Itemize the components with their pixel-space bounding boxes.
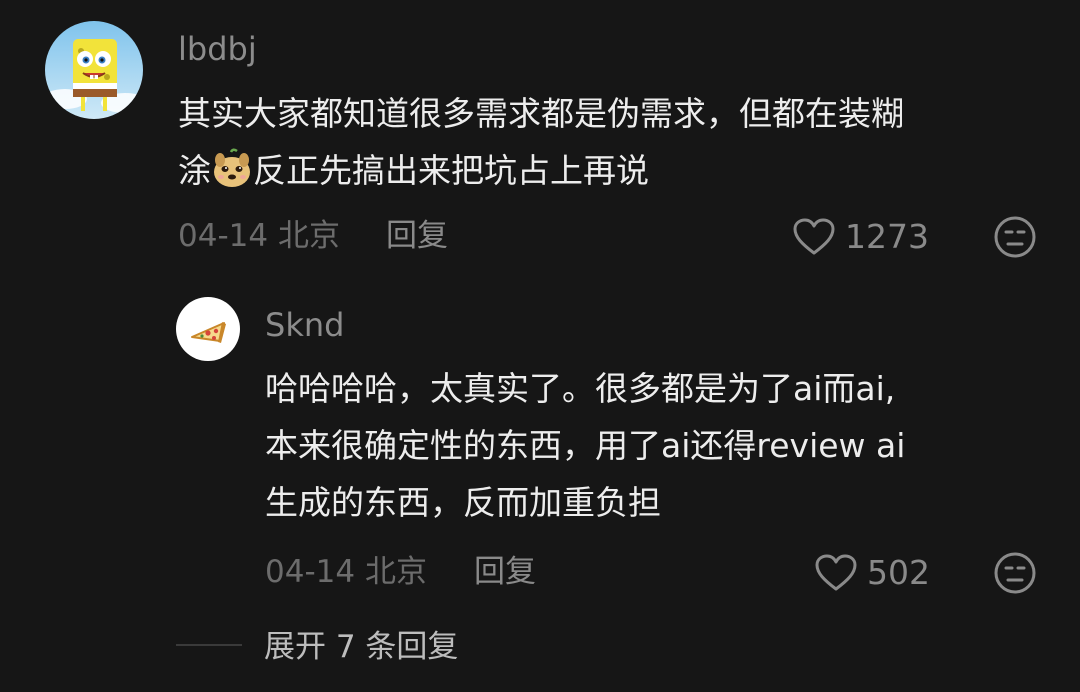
dislike-face-icon[interactable] <box>993 215 1037 259</box>
expand-replies-button[interactable]: 展开 7 条回复 <box>264 627 458 667</box>
comment-date: 04-14 <box>178 218 269 254</box>
reply-button[interactable]: 回复 <box>474 552 536 592</box>
like-count: 1273 <box>845 217 929 256</box>
comment-thread: lbdbj 其实大家都知道很多需求都是伪需求，但都在装糊 涂 反正先搞出来把坑占… <box>0 0 1080 692</box>
comment-location: 北京 <box>277 218 340 254</box>
reply-location: 北京 <box>364 554 427 590</box>
avatar[interactable] <box>45 21 143 119</box>
reply-text-line: 生成的东西，反而加重负担 <box>265 483 661 522</box>
comment-username[interactable]: lbdbj <box>178 29 257 69</box>
sponge-character-avatar-icon <box>45 21 143 119</box>
comment-text-fragment: 反正先搞出来把坑占上再说 <box>253 151 649 190</box>
heart-icon <box>793 218 835 255</box>
reply-text-line: 哈哈哈哈，太真实了。很多都是为了ai而ai, <box>265 369 896 408</box>
avatar[interactable] <box>176 297 240 361</box>
comment-text: 其实大家都知道很多需求都是伪需求，但都在装糊 涂 反正先搞出来把坑占上再说 <box>178 85 904 199</box>
reply-username[interactable]: Sknd <box>265 305 344 345</box>
comment-text-line: 其实大家都知道很多需求都是伪需求，但都在装糊 <box>178 94 904 133</box>
like-button[interactable]: 502 <box>815 553 930 593</box>
reply-button[interactable]: 回复 <box>386 216 448 256</box>
comment-text-line: 涂 反正先搞出来把坑占上再说 <box>178 142 904 199</box>
like-button[interactable]: 1273 <box>793 217 929 257</box>
expand-divider <box>176 644 242 646</box>
comment-meta: 04-14 北京 <box>178 216 340 256</box>
reply-date: 04-14 <box>265 554 356 590</box>
reply-text: 哈哈哈哈，太真实了。很多都是为了ai而ai, 本来很确定性的东西，用了ai还得r… <box>265 360 905 531</box>
comment-text-fragment: 涂 <box>178 151 211 190</box>
dislike-face-icon[interactable] <box>993 551 1037 595</box>
like-count: 502 <box>867 553 930 592</box>
reply-meta: 04-14 北京 <box>265 552 427 592</box>
dog-face-emoji-icon <box>214 148 250 187</box>
reply-text-line: 本来很确定性的东西，用了ai还得review ai <box>265 426 906 465</box>
heart-icon <box>815 554 857 591</box>
pizza-slice-avatar-icon <box>191 322 226 343</box>
